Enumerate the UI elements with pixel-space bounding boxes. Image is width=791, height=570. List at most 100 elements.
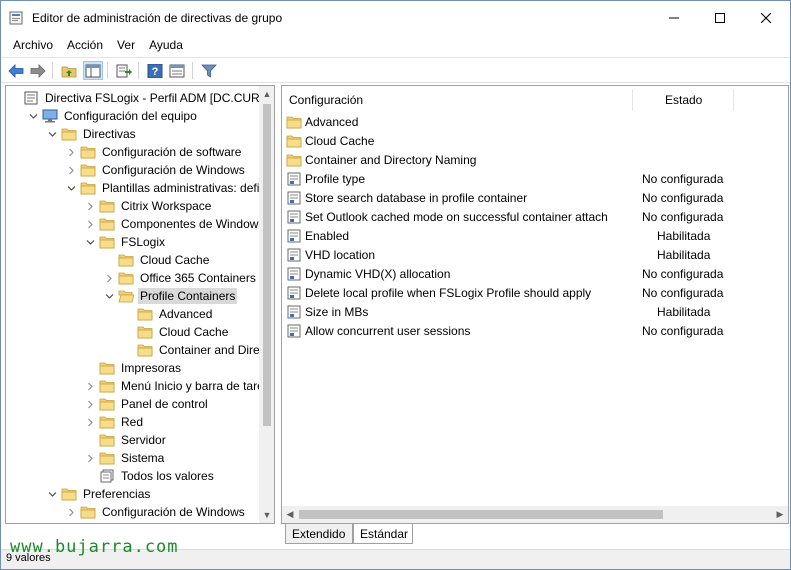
- tree-item-plantillas-administrativas-definic[interactable]: Plantillas administrativas: definic: [65, 179, 274, 197]
- tree-item-fslogix[interactable]: FSLogix: [84, 233, 167, 251]
- tree-item-directiva-fslogix-perfil-adm-dc-curso-l[interactable]: Directiva FSLogix - Perfil ADM [DC.CURSO…: [8, 89, 274, 107]
- tree-item-container-and-directo[interactable]: Container and Directo: [122, 341, 274, 359]
- chevron-right-icon[interactable]: [84, 413, 96, 431]
- list-item[interactable]: Enabled Habilitada: [286, 226, 786, 245]
- folder-icon: [118, 253, 134, 267]
- chevron-down-icon[interactable]: [46, 125, 58, 143]
- tree-item-profile-containers[interactable]: Profile Containers: [103, 287, 238, 305]
- chevron-down-icon[interactable]: [65, 179, 77, 197]
- maximize-button[interactable]: [697, 1, 743, 34]
- console-tree-pane[interactable]: Directiva FSLogix - Perfil ADM [DC.CURSO…: [5, 85, 275, 524]
- list-horizontal-scrollbar[interactable]: ◀ ▶: [282, 506, 788, 523]
- folder-icon: [61, 127, 77, 141]
- chevron-right-icon[interactable]: [84, 395, 96, 413]
- show-hide-tree-button[interactable]: [83, 61, 103, 80]
- tree-item-configuracion-de-software[interactable]: Configuración de software: [65, 143, 243, 161]
- tree-item-menu-inicio-y-barra-de-tareas[interactable]: Menú Inicio y barra de tareas: [84, 377, 274, 395]
- chevron-down-icon[interactable]: [103, 287, 115, 305]
- tree-item-directivas[interactable]: Directivas: [46, 125, 138, 143]
- tree-item-configuracion-de-windows[interactable]: Configuración de Windows: [65, 503, 247, 521]
- tree-item-servidor[interactable]: Servidor: [84, 431, 168, 449]
- list-item[interactable]: VHD location Habilitada: [286, 245, 786, 264]
- tree-vertical-scrollbar[interactable]: ▲ ▼: [259, 86, 274, 523]
- properties-icon: [169, 64, 185, 77]
- close-icon: [761, 12, 771, 23]
- list-item[interactable]: Set Outlook cached mode on successful co…: [286, 207, 786, 226]
- chevron-right-icon[interactable]: [84, 197, 96, 215]
- help-button[interactable]: ?: [145, 61, 165, 80]
- tree-item-advanced[interactable]: Advanced: [122, 305, 214, 323]
- tab-extended[interactable]: Extendido: [285, 524, 353, 544]
- tree-item-cloud-cache[interactable]: Cloud Cache: [103, 251, 211, 269]
- tree-item-office-365-containers[interactable]: Office 365 Containers: [103, 269, 258, 287]
- filter-icon: [201, 64, 217, 78]
- tree-item-sistema[interactable]: Sistema: [84, 449, 166, 467]
- column-divider[interactable]: [733, 89, 734, 111]
- menu-archivo[interactable]: Archivo: [6, 38, 60, 52]
- list-item[interactable]: Store search database in profile contain…: [286, 188, 786, 207]
- tab-standard[interactable]: Estándar: [353, 524, 413, 544]
- properties-button[interactable]: [167, 61, 187, 80]
- chevron-right-icon[interactable]: [103, 269, 115, 287]
- setting-name: Profile type: [305, 171, 366, 186]
- list-item[interactable]: Delete local profile when FSLogix Profil…: [286, 283, 786, 302]
- chevron-down-icon[interactable]: [27, 107, 39, 125]
- back-button[interactable]: [6, 61, 26, 80]
- chevron-right-icon[interactable]: [65, 143, 77, 161]
- scrollbar-thumb[interactable]: [299, 510, 663, 519]
- chevron-right-icon[interactable]: [84, 377, 96, 395]
- tree-item-panel-de-control[interactable]: Panel de control: [84, 395, 210, 413]
- scroll-up-icon[interactable]: ▲: [259, 86, 274, 102]
- column-header-state[interactable]: Estado: [665, 86, 702, 114]
- folder-icon: [286, 115, 302, 129]
- chevron-right-icon[interactable]: [65, 503, 77, 521]
- toolbar-separator: [138, 62, 139, 79]
- close-button[interactable]: [743, 1, 789, 34]
- list-item[interactable]: Allow concurrent user sessions No configu…: [286, 321, 786, 340]
- tree-item-red[interactable]: Red: [84, 413, 145, 431]
- menu-ver[interactable]: Ver: [110, 38, 142, 52]
- tree-item-configuracion-de-windows[interactable]: Configuración de Windows: [65, 161, 247, 179]
- filter-button[interactable]: [199, 61, 219, 80]
- list-item[interactable]: Size in MBs Habilitada: [286, 302, 786, 321]
- tree-item-impresoras[interactable]: Impresoras: [84, 359, 183, 377]
- chevron-right-icon[interactable]: [65, 161, 77, 179]
- export-icon: [116, 64, 132, 77]
- tree-item-cloud-cache[interactable]: Cloud Cache: [122, 323, 230, 341]
- tree-item-componentes-de-windows[interactable]: Componentes de Windows: [84, 215, 266, 233]
- tree-item-citrix-workspace[interactable]: Citrix Workspace: [84, 197, 213, 215]
- computer-icon: [42, 109, 58, 123]
- column-header-setting[interactable]: Configuración: [289, 86, 363, 114]
- scroll-down-icon[interactable]: ▼: [259, 507, 274, 523]
- setting-name: Cloud Cache: [305, 133, 375, 148]
- tree-item-configuracion-del-equipo[interactable]: Configuración del equipo: [27, 107, 199, 125]
- tree-item-todos-los-valores[interactable]: Todos los valores: [84, 467, 216, 485]
- chevron-down-icon[interactable]: [84, 233, 96, 251]
- list-item[interactable]: Cloud Cache: [286, 131, 786, 150]
- list-item[interactable]: Advanced: [286, 112, 786, 131]
- scrollbar-thumb[interactable]: [263, 104, 271, 426]
- scroll-left-icon[interactable]: ◀: [282, 506, 298, 522]
- setting-icon: [286, 324, 302, 338]
- chevron-right-icon[interactable]: [84, 449, 96, 467]
- up-level-button[interactable]: [59, 61, 79, 80]
- tree-item-label: Panel de control: [121, 397, 208, 411]
- chevron-right-icon[interactable]: [84, 215, 96, 233]
- list-item[interactable]: Container and Directory Naming: [286, 150, 786, 169]
- tree-item-preferencias[interactable]: Preferencias: [46, 485, 152, 503]
- menu-ayuda[interactable]: Ayuda: [142, 38, 190, 52]
- forward-button[interactable]: [28, 61, 48, 80]
- title-bar: Editor de administración de directivas d…: [1, 1, 790, 34]
- chevron-down-icon[interactable]: [46, 485, 58, 503]
- column-divider[interactable]: [632, 89, 633, 111]
- minimize-button[interactable]: [651, 1, 697, 34]
- menu-accion[interactable]: Acción: [60, 38, 110, 52]
- scroll-right-icon[interactable]: ▶: [772, 506, 788, 522]
- export-list-button[interactable]: [114, 61, 134, 80]
- list-item[interactable]: Dynamic VHD(X) allocation No configurada: [286, 264, 786, 283]
- setting-state: No configurada: [642, 190, 724, 205]
- list-item[interactable]: Profile type No configurada: [286, 169, 786, 188]
- folder-icon: [99, 415, 115, 429]
- folder-icon: [99, 433, 115, 447]
